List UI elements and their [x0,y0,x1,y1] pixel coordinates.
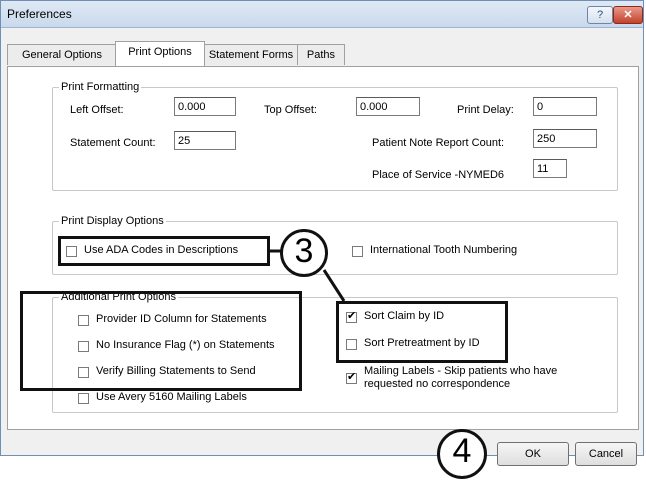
step-3-callout: 3 [280,229,328,277]
title-bar[interactable]: Preferences ? ✕ [1,1,643,28]
help-button[interactable]: ? [587,6,613,24]
tab-paths[interactable]: Paths [297,44,345,65]
cancel-button[interactable]: Cancel [575,442,637,466]
print-options-panel: Print Formatting Left Offset: 0.000 Top … [7,66,639,430]
step-4-callout: 4 [437,429,487,479]
tab-statement-forms[interactable]: Statement Forms [203,44,299,65]
preferences-window: Preferences ? ✕ General Options Print Op… [0,0,644,479]
ok-button[interactable]: OK [497,442,569,466]
close-button[interactable]: ✕ [613,6,643,24]
tab-general-options[interactable]: General Options [7,44,117,65]
window-title: Preferences [7,7,72,21]
tab-print-options[interactable]: Print Options [115,41,205,66]
